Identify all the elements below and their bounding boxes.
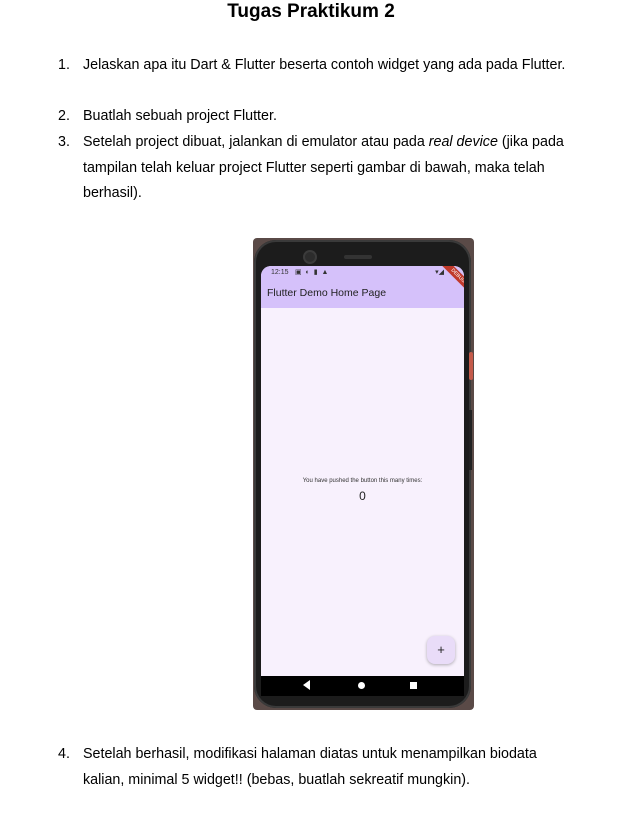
android-nav-bar <box>261 676 464 696</box>
document-title: Tugas Praktikum 2 <box>227 1 395 22</box>
list-number: 4. <box>58 746 70 762</box>
phone-volume-button <box>469 410 472 470</box>
counter-value: 0 <box>359 489 366 503</box>
counter-label: You have pushed the button this many tim… <box>302 478 423 484</box>
phone-power-button <box>469 352 473 380</box>
phone-screen: 12:15 ▣ ◐ ▮ ▲ ▾◢ DEBUG Flutter Demo Home… <box>261 266 464 676</box>
debug-banner: DEBUG <box>441 266 464 293</box>
list-number: 1. <box>58 57 70 73</box>
list-text: Jelaskan apa itu Dart & Flutter beserta … <box>83 57 566 73</box>
list-text: Buatlah sebuah project Flutter. <box>83 108 277 124</box>
phone-camera-icon <box>305 252 315 262</box>
nav-recents-icon[interactable] <box>410 682 417 689</box>
list-text: Setelah project dibuat, jalankan di emul… <box>83 134 564 201</box>
list-number: 3. <box>58 134 70 150</box>
status-icons: ▣ ◐ ▮ ▲ <box>295 269 330 276</box>
signal-battery-icon: ▾◢ <box>435 269 444 276</box>
app-title: Flutter Demo Home Page <box>267 287 387 299</box>
nav-home-icon[interactable] <box>358 682 365 689</box>
increment-fab-button[interactable]: + <box>427 636 455 664</box>
app-bar: 12:15 ▣ ◐ ▮ ▲ ▾◢ DEBUG Flutter Demo Home… <box>261 266 464 308</box>
list-text: Setelah berhasil, modifikasi halaman dia… <box>83 746 537 788</box>
nav-back-icon[interactable] <box>303 680 310 690</box>
phone-speaker <box>344 255 372 259</box>
list-number: 2. <box>58 108 70 124</box>
status-time: 12:15 <box>271 269 289 276</box>
